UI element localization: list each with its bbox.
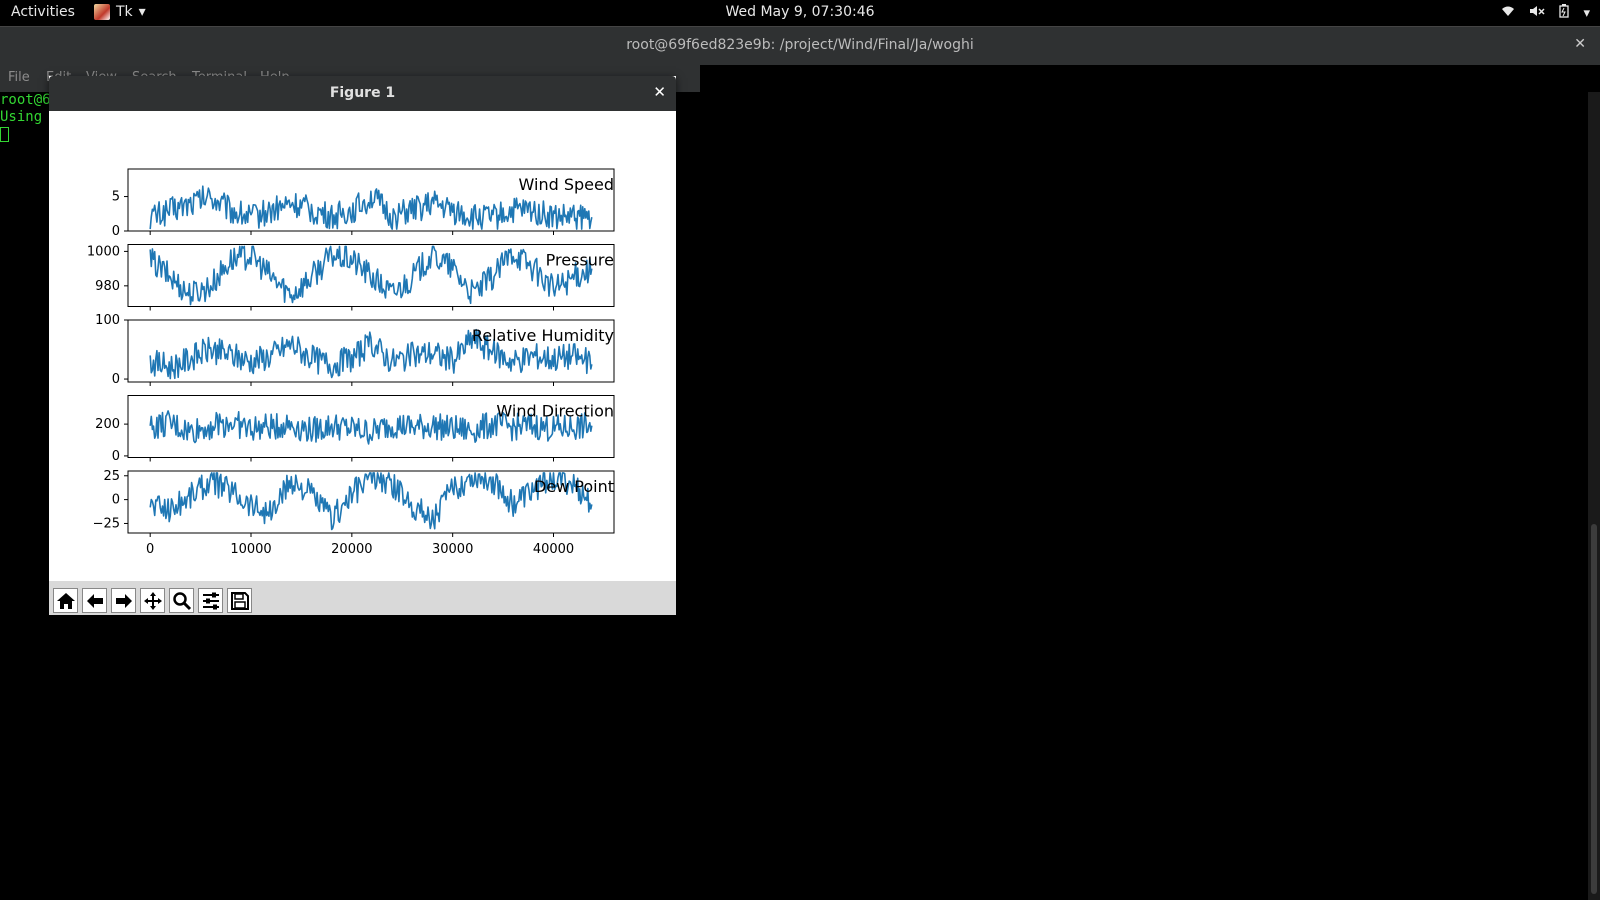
pan-button[interactable] [140,588,165,613]
x-tick-label: 10000 [230,542,271,557]
subplot-title: Wind Speed [519,175,614,194]
y-tick-label: 0 [112,372,120,387]
figure-canvas[interactable]: 0 5 Wind Speed 980 1000 Pressure 0 100 Relative … [49,111,676,581]
zoom-button[interactable] [169,588,194,613]
x-tick-label: 40000 [533,542,574,557]
chevron-down-icon: ▾ [138,4,146,20]
back-button[interactable] [82,588,107,613]
y-tick-label: 200 [95,417,120,432]
figure-window: Figure 1 ✕ 0 5 Wind Speed 980 1000 Pressure 0 1… [49,76,676,615]
subplot-title: Relative Humidity [472,326,614,345]
y-tick-label: 5 [112,190,120,205]
top-bar: Activities Tk ▾ Wed May 9, 07:30:46 ▾ [0,0,1600,26]
forward-button[interactable] [111,588,136,613]
configure-subplots-icon [203,592,219,610]
home-icon [57,593,75,609]
menu-file[interactable]: File [8,70,30,85]
y-tick-label: 0 [112,493,120,508]
configure-subplots-button[interactable] [198,588,223,613]
x-tick-label: 30000 [432,542,473,557]
battery-icon [1559,4,1570,22]
y-tick-label: −25 [93,516,120,531]
terminal-scrollbar[interactable] [1588,92,1600,900]
y-tick-label: 0 [112,449,120,464]
clock[interactable]: Wed May 9, 07:30:46 [725,4,874,20]
y-tick-label: 1000 [87,244,120,259]
y-tick-label: 980 [95,279,120,294]
save-icon [231,592,249,610]
save-button[interactable] [227,588,252,613]
x-tick-label: 20000 [331,542,372,557]
close-icon[interactable]: ✕ [1574,36,1586,52]
subplot-title: Dew Point [534,477,614,496]
subplot-title: Pressure [546,251,614,270]
forward-arrow-icon [116,594,132,608]
activities-button[interactable]: Activities [11,4,75,20]
x-tick-label: 0 [146,542,154,557]
figure-title: Figure 1 [329,85,396,101]
terminal-titlebar[interactable]: root@69f6ed823e9b: /project/Wind/Final/J… [0,26,1600,65]
y-tick-label: 25 [103,469,120,484]
figure-titlebar[interactable]: Figure 1 ✕ [49,76,676,111]
home-button[interactable] [53,588,78,613]
y-tick-label: 0 [112,224,120,239]
app-menu[interactable]: Tk ▾ [94,4,146,20]
zoom-icon [173,592,192,611]
scrollbar-thumb[interactable] [1591,524,1597,894]
terminal-cursor [0,126,9,142]
chevron-down-icon: ▾ [1583,5,1590,21]
system-status-area[interactable]: ▾ [1501,4,1590,22]
back-arrow-icon [87,594,103,608]
close-icon[interactable]: ✕ [653,83,666,101]
navigation-toolbar [49,581,676,615]
app-name: Tk [116,4,133,20]
pan-icon [144,592,162,610]
subplots: 0 5 Wind Speed 980 1000 Pressure 0 100 Relative … [87,168,615,557]
app-icon [94,4,110,20]
y-tick-label: 100 [95,313,120,328]
wifi-icon [1501,5,1515,21]
clock-area: Wed May 9, 07:30:46 [0,4,1600,20]
subplot-title: Wind Direction [496,402,614,421]
terminal-title: root@69f6ed823e9b: /project/Wind/Final/J… [626,37,974,53]
volume-muted-icon [1529,5,1545,21]
